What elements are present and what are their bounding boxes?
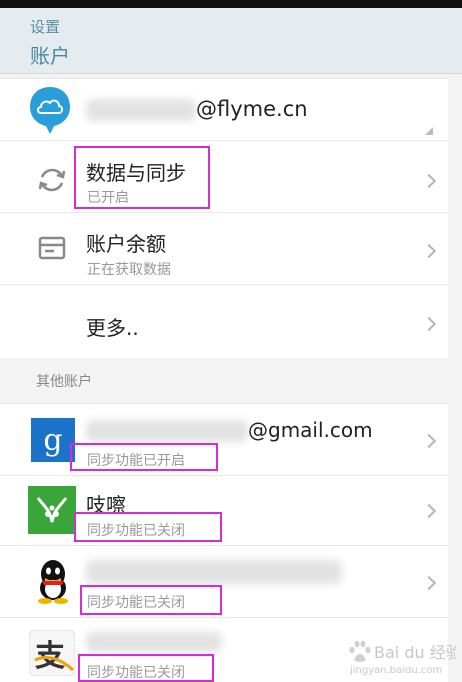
watermark-url: jingyan.baidu.com bbox=[349, 665, 442, 676]
flyme-account-card: @flyme.cn 数据与同步 已开启 账户余额 正在获取数据 更多.. bbox=[0, 78, 448, 358]
chevron-right-icon bbox=[421, 503, 437, 519]
baidu-logo-icon: Bai du 经验 jingyan.baidu.com bbox=[349, 640, 462, 676]
baidu-watermark: Bai du 经验 jingyan.baidu.com bbox=[346, 628, 462, 676]
flyme-account-row[interactable]: @flyme.cn bbox=[0, 79, 448, 141]
balance-label: 账户余额 bbox=[86, 232, 166, 256]
account-row-zhaji[interactable]: 吱嚓 同步功能已关闭 bbox=[0, 476, 448, 546]
balance-status: 正在获取数据 bbox=[87, 262, 171, 278]
flyme-cloud-icon bbox=[30, 87, 70, 134]
page-header: 设置 账户 bbox=[0, 8, 462, 74]
redacted-gmail-user bbox=[86, 420, 248, 442]
more-row[interactable]: 更多.. bbox=[0, 285, 448, 359]
account-row-qq[interactable]: 同步功能已关闭 bbox=[0, 546, 448, 618]
watermark-text: Bai du 经验 bbox=[374, 643, 456, 662]
account-name: @gmail.com bbox=[248, 418, 373, 442]
zhaji-icon bbox=[28, 486, 76, 534]
flyme-email-suffix: @flyme.cn bbox=[196, 97, 308, 121]
sync-icon bbox=[38, 168, 66, 192]
highlight-box-zhaji-status bbox=[74, 512, 222, 542]
svg-text:g: g bbox=[43, 423, 62, 458]
wallet-icon bbox=[38, 236, 66, 260]
chevron-right-icon bbox=[421, 243, 437, 259]
highlight-box-qq-status bbox=[80, 585, 222, 615]
more-label: 更多.. bbox=[86, 316, 139, 340]
page-title: 账户 bbox=[30, 44, 70, 68]
account-row-gmail[interactable]: g @gmail.com 同步功能已开启 bbox=[0, 404, 448, 476]
qq-icon bbox=[38, 560, 68, 604]
redacted-alipay-name bbox=[86, 632, 222, 652]
highlight-box-gmail-status bbox=[70, 443, 218, 471]
status-bar bbox=[0, 0, 462, 8]
chevron-right-icon bbox=[421, 575, 437, 591]
alipay-icon: 支 bbox=[29, 630, 75, 676]
chevron-right-icon bbox=[421, 433, 437, 449]
back-link-settings[interactable]: 设置 bbox=[30, 16, 60, 37]
highlight-box-sync bbox=[74, 146, 210, 209]
redacted-email-user bbox=[86, 99, 196, 121]
chevron-right-icon bbox=[421, 173, 437, 189]
chevron-right-icon bbox=[421, 316, 437, 332]
sync-row[interactable]: 数据与同步 已开启 bbox=[0, 141, 448, 213]
balance-row[interactable]: 账户余额 正在获取数据 bbox=[0, 213, 448, 285]
google-icon: g bbox=[31, 418, 75, 462]
other-accounts-label: 其他账户 bbox=[36, 374, 92, 390]
dropdown-corner-icon bbox=[425, 127, 433, 135]
redacted-qq-name bbox=[86, 560, 342, 584]
highlight-box-alipay-status bbox=[78, 654, 214, 682]
